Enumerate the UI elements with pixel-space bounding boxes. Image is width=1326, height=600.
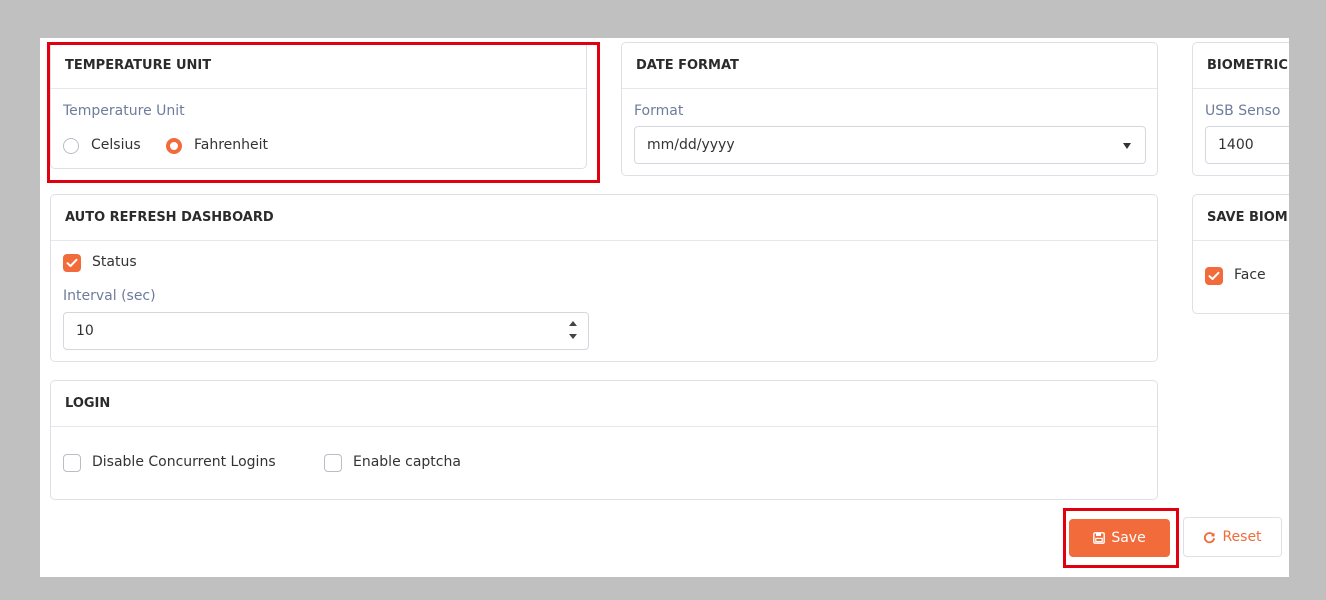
date-format-select[interactable]: mm/dd/yyyy	[634, 126, 1146, 164]
temperature-unit-card: TEMPERATURE UNIT Temperature Unit Celsiu…	[50, 42, 587, 169]
radio-celsius[interactable]	[63, 138, 79, 154]
disable-concurrent-logins-label[interactable]: Disable Concurrent Logins	[92, 454, 276, 470]
interval-input[interactable]: 10	[63, 312, 589, 350]
date-format-card: DATE FORMAT Format mm/dd/yyyy	[621, 42, 1158, 176]
save-button-label: Save	[1111, 530, 1146, 546]
enable-captcha-checkbox[interactable]	[324, 454, 342, 472]
face-checkbox[interactable]	[1205, 267, 1223, 285]
interval-label: Interval (sec)	[63, 288, 156, 304]
stepper-up-icon[interactable]	[569, 321, 577, 326]
refresh-icon	[1204, 531, 1216, 543]
radio-fahrenheit-label[interactable]: Fahrenheit	[194, 137, 268, 153]
biometric-header: BIOMETRIC	[1193, 43, 1289, 89]
check-icon	[66, 258, 78, 267]
temperature-unit-label: Temperature Unit	[63, 103, 185, 119]
date-format-label: Format	[634, 103, 684, 119]
radio-celsius-label[interactable]: Celsius	[91, 137, 141, 153]
status-label[interactable]: Status	[92, 254, 137, 270]
date-format-value: mm/dd/yyyy	[647, 137, 735, 153]
usb-sensor-label: USB Senso	[1205, 103, 1281, 119]
save-biometric-header: SAVE BIOM	[1193, 195, 1289, 241]
save-biometric-card: SAVE BIOM Face	[1192, 194, 1289, 314]
chevron-down-icon	[1123, 143, 1131, 149]
usb-sensor-input[interactable]: 1400	[1205, 126, 1289, 164]
login-card: LOGIN Disable Concurrent Logins Enable c…	[50, 380, 1158, 500]
login-header: LOGIN	[51, 381, 1157, 427]
interval-value: 10	[76, 323, 94, 339]
date-format-header: DATE FORMAT	[622, 43, 1157, 89]
face-label[interactable]: Face	[1234, 267, 1266, 283]
reset-button-label: Reset	[1222, 529, 1262, 545]
save-button[interactable]: Save	[1069, 519, 1170, 557]
status-checkbox[interactable]	[63, 254, 81, 272]
temperature-unit-header: TEMPERATURE UNIT	[51, 43, 586, 89]
enable-captcha-label[interactable]: Enable captcha	[353, 454, 461, 470]
settings-canvas: TEMPERATURE UNIT Temperature Unit Celsiu…	[40, 38, 1289, 577]
floppy-disk-icon	[1093, 532, 1106, 544]
usb-sensor-value: 1400	[1218, 137, 1254, 153]
radio-fahrenheit[interactable]	[166, 138, 182, 154]
reset-button[interactable]: Reset	[1183, 517, 1282, 557]
stepper-down-icon[interactable]	[569, 334, 577, 339]
auto-refresh-card: AUTO REFRESH DASHBOARD Status Interval (…	[50, 194, 1158, 362]
auto-refresh-header: AUTO REFRESH DASHBOARD	[51, 195, 1157, 241]
disable-concurrent-logins-checkbox[interactable]	[63, 454, 81, 472]
check-icon	[1208, 271, 1220, 280]
biometric-card: BIOMETRIC USB Senso 1400	[1192, 42, 1289, 176]
interval-stepper[interactable]	[564, 317, 582, 345]
